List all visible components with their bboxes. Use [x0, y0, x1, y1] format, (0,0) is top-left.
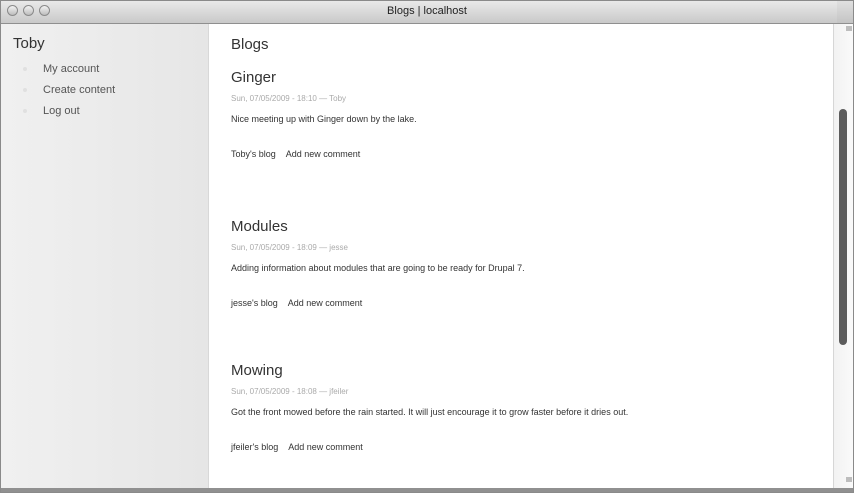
post-meta: Sun, 07/05/2009 - 18:08 — jfeiler — [231, 387, 349, 396]
post-body: Got the front mowed before the rain star… — [231, 407, 629, 417]
title-bar: Blogs | localhost — [1, 1, 853, 24]
blog-link[interactable]: jesse's blog — [231, 298, 278, 308]
user-menu: My account Create content Log out — [23, 63, 115, 126]
post-title[interactable]: Mowing — [231, 362, 821, 384]
blog-post: Mowing Sun, 07/05/2009 - 18:08 — jfeiler… — [231, 362, 821, 452]
post-body: Adding information about modules that ar… — [231, 263, 525, 273]
add-comment-link[interactable]: Add new comment — [286, 149, 361, 159]
add-comment-link[interactable]: Add new comment — [288, 442, 363, 452]
blog-post: Modules Sun, 07/05/2009 - 18:09 — jesse … — [231, 218, 821, 308]
post-meta: Sun, 07/05/2009 - 18:09 — jesse — [231, 243, 348, 252]
post-body: Nice meeting up with Ginger down by the … — [231, 114, 417, 124]
page-title: Blogs — [231, 36, 269, 53]
menu-item-create-content[interactable]: Create content — [23, 84, 115, 105]
add-comment-link[interactable]: Add new comment — [288, 298, 363, 308]
user-name: Toby — [13, 35, 45, 52]
sidebar: Toby My account Create content Log out — [1, 24, 209, 492]
blog-link[interactable]: Toby's blog — [231, 149, 276, 159]
window-bottom-border — [1, 488, 853, 492]
post-links: jesse's blog Add new comment — [231, 298, 821, 308]
post-title[interactable]: Modules — [231, 218, 821, 240]
window-title: Blogs | localhost — [387, 5, 467, 17]
post-links: jfeiler's blog Add new comment — [231, 442, 821, 452]
scroll-up-arrow-icon[interactable] — [846, 26, 852, 31]
main-content: Blogs Ginger Sun, 07/05/2009 - 18:10 — T… — [209, 24, 833, 492]
post-title[interactable]: Ginger — [231, 69, 821, 91]
vertical-scrollbar[interactable] — [833, 24, 853, 492]
titlebar-corner — [837, 1, 853, 23]
menu-item-my-account[interactable]: My account — [23, 63, 115, 84]
post-meta: Sun, 07/05/2009 - 18:10 — Toby — [231, 94, 347, 103]
post-links: Toby's blog Add new comment — [231, 149, 821, 159]
browser-window: Blogs | localhost Toby My account Create… — [0, 0, 854, 493]
menu-item-log-out[interactable]: Log out — [23, 105, 115, 126]
scrollbar-thumb[interactable] — [839, 109, 847, 345]
blog-post: Ginger Sun, 07/05/2009 - 18:10 — Toby Ni… — [231, 69, 821, 159]
blog-link[interactable]: jfeiler's blog — [231, 442, 278, 452]
scroll-down-arrow-icon[interactable] — [846, 477, 852, 482]
